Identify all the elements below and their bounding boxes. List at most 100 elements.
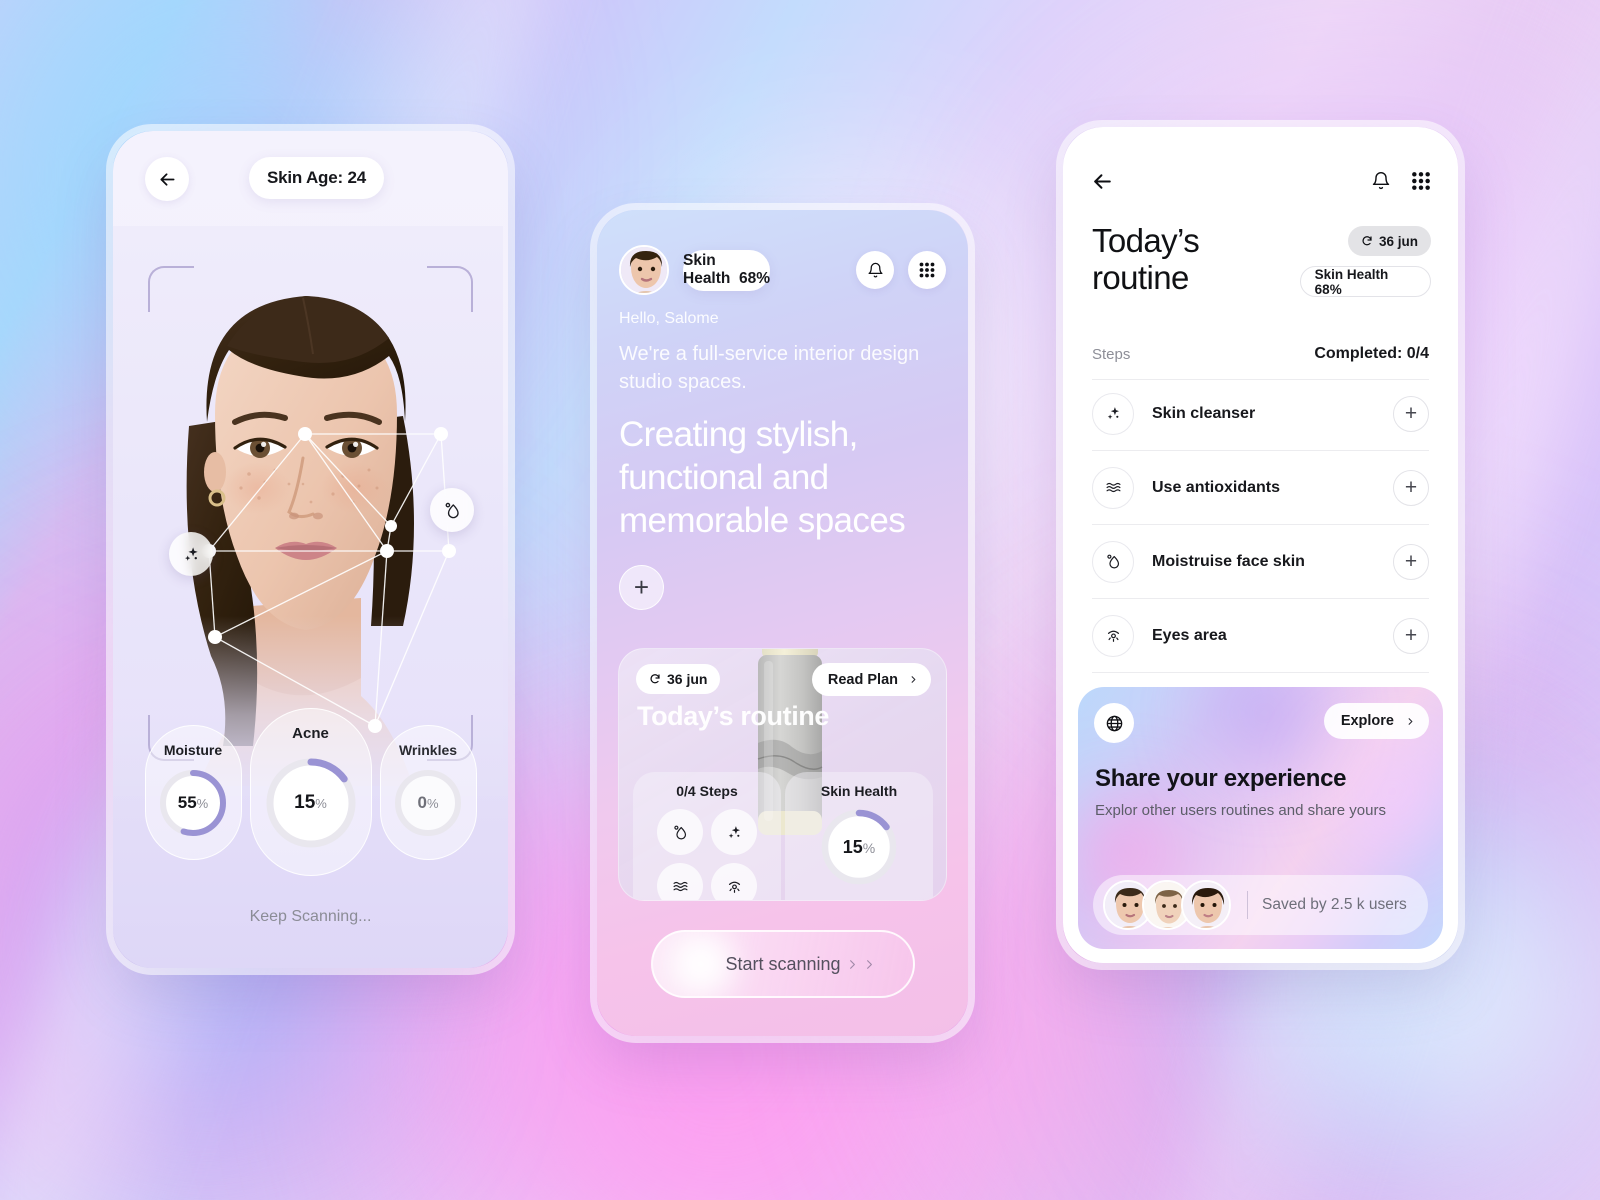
metric-acne[interactable]: Acne 15%	[249, 708, 372, 876]
refresh-icon	[649, 673, 661, 685]
skin-age-label: Skin Age: 24	[266, 168, 366, 187]
screen-todays-routine: Today’s routine 36 jun Skin Health 68% S…	[1063, 127, 1458, 963]
task-label: Moistruise face skin	[1152, 552, 1305, 570]
step-icon-sparkle-button[interactable]	[711, 809, 757, 855]
task-icon-wrap	[1092, 540, 1134, 583]
back-button[interactable]	[145, 157, 189, 201]
chevron-right-icon	[908, 674, 919, 685]
droplet-icon	[1105, 553, 1122, 570]
routine-title-row: Today’s routine 36 jun Skin Health 68%	[1092, 222, 1431, 297]
avatar[interactable]	[1181, 880, 1231, 930]
metric-label: Acne	[292, 725, 329, 742]
list-item[interactable]: Skin cleanser +	[1092, 377, 1429, 451]
saved-by-text: Saved by 2.5 k users	[1262, 896, 1407, 913]
apps-menu-button[interactable]	[1411, 171, 1431, 191]
task-label: Eyes area	[1152, 626, 1227, 644]
progress-ring-skin-health: 15%	[816, 804, 902, 890]
routine-steps-box: 0/4 Steps	[633, 772, 781, 900]
routine-date-text: 36 jun	[667, 671, 708, 687]
scan-corner-top-left	[148, 266, 194, 312]
metric-wrinkles[interactable]: Wrinkles 0%	[379, 724, 477, 860]
eye-icon	[1105, 627, 1122, 644]
skin-age-pill: Skin Age: 24	[249, 157, 384, 199]
share-card-title: Share your experience	[1095, 765, 1347, 792]
plus-icon: +	[1404, 549, 1418, 573]
routine-health-box: Skin Health 15%	[785, 772, 933, 900]
chevron-right-icon	[1405, 716, 1416, 727]
arrow-left-icon	[157, 169, 178, 190]
start-scanning-button[interactable]: Start scanning	[651, 930, 915, 998]
greeting-text: Hello, Salome	[619, 310, 719, 327]
scan-metrics-row: Moisture 55% Acne 15% Wrinkles 0%	[113, 708, 508, 876]
routine-date-text: 36 jun	[1378, 233, 1418, 249]
skin-health-pill-text: Skin Health 68%	[683, 252, 771, 287]
droplet-icon	[672, 824, 689, 841]
metric-label: Moisture	[163, 741, 223, 758]
avatar-stack	[1103, 880, 1231, 930]
plus-icon: +	[1404, 623, 1418, 647]
share-experience-card[interactable]: Explore Share your experience Explor oth…	[1078, 687, 1443, 949]
globe-button[interactable]	[1094, 703, 1134, 743]
add-task-button[interactable]: +	[1393, 543, 1429, 580]
waves-icon	[672, 878, 689, 895]
task-icon-wrap	[1092, 466, 1134, 509]
apps-menu-button[interactable]	[908, 251, 946, 289]
metric-moisture[interactable]: Moisture 55%	[144, 724, 242, 860]
double-chevron-right-icon	[845, 955, 877, 974]
page-title: Today’s routine	[1092, 222, 1200, 297]
task-icon-wrap	[1092, 614, 1134, 657]
notifications-button[interactable]	[1371, 171, 1391, 191]
todays-routine-card[interactable]: 36 jun Read Plan Today’s routine 0/4 Ste…	[618, 648, 947, 901]
health-ring-value: 15%	[842, 836, 876, 857]
scan-status-text: Keep Scanning...	[249, 908, 372, 925]
list-item[interactable]: Moistruise face skin +	[1092, 525, 1429, 599]
face-badge-droplet[interactable]	[430, 488, 474, 532]
share-card-subtitle: Explor other users routines and share yo…	[1095, 802, 1386, 819]
progress-ring-moisture: 55%	[155, 765, 231, 841]
notifications-button[interactable]	[856, 251, 894, 289]
read-plan-button[interactable]: Read Plan	[811, 663, 931, 696]
avatar[interactable]	[619, 245, 669, 295]
step-icon-droplet-button[interactable]	[657, 809, 703, 855]
home-top-bar: Skin Health 68%	[619, 245, 946, 295]
steps-summary-row: Steps Completed: 0/4	[1092, 345, 1429, 380]
droplet-icon	[443, 501, 462, 520]
task-label: Use antioxidants	[1152, 478, 1281, 496]
face-badge-sparkle[interactable]	[169, 532, 213, 576]
scan-corner-top-right	[427, 266, 473, 312]
list-item[interactable]: Eyes area +	[1092, 599, 1429, 673]
routine-date-chip: 36 jun	[1347, 226, 1431, 256]
read-plan-label: Read Plan	[827, 671, 898, 688]
greeting-subtitle: We're a full-service interior design stu…	[619, 343, 920, 393]
skin-health-pill[interactable]: Skin Health 68%	[683, 249, 771, 291]
add-task-button[interactable]: +	[1393, 469, 1429, 506]
globe-icon	[1105, 714, 1124, 733]
waves-icon	[1105, 479, 1122, 496]
bell-icon	[867, 262, 884, 279]
list-item[interactable]: Use antioxidants +	[1092, 451, 1429, 525]
step-icon-eye-button[interactable]	[711, 863, 757, 900]
steps-caption: 0/4 Steps	[676, 783, 738, 799]
plus-icon: +	[633, 572, 650, 602]
back-button[interactable]	[1090, 169, 1115, 194]
health-caption: Skin Health	[820, 783, 898, 799]
explore-button[interactable]: Explore	[1323, 703, 1429, 739]
step-icon-grid	[657, 809, 757, 900]
eye-icon	[726, 878, 743, 895]
add-task-button[interactable]: +	[1393, 395, 1429, 432]
metric-value: 55%	[177, 792, 209, 812]
explore-label: Explore	[1340, 713, 1394, 729]
step-icon-waves-button[interactable]	[657, 863, 703, 900]
sparkle-icon	[182, 545, 201, 564]
routine-top-bar	[1090, 161, 1431, 201]
refresh-icon	[1361, 235, 1373, 247]
add-task-button[interactable]: +	[1393, 617, 1429, 654]
add-button[interactable]: +	[619, 565, 664, 610]
progress-ring-acne: 15%	[259, 751, 363, 855]
grid-menu-icon	[918, 261, 936, 279]
metric-value: 0%	[417, 792, 439, 812]
screen-face-scan: Skin Age: 24 Moisture 55% Acne 15% Wrink…	[113, 131, 508, 968]
skin-health-chip[interactable]: Skin Health 68%	[1299, 266, 1431, 297]
sparkle-icon	[1105, 405, 1122, 422]
saved-by-bar: Saved by 2.5 k users	[1093, 875, 1428, 935]
